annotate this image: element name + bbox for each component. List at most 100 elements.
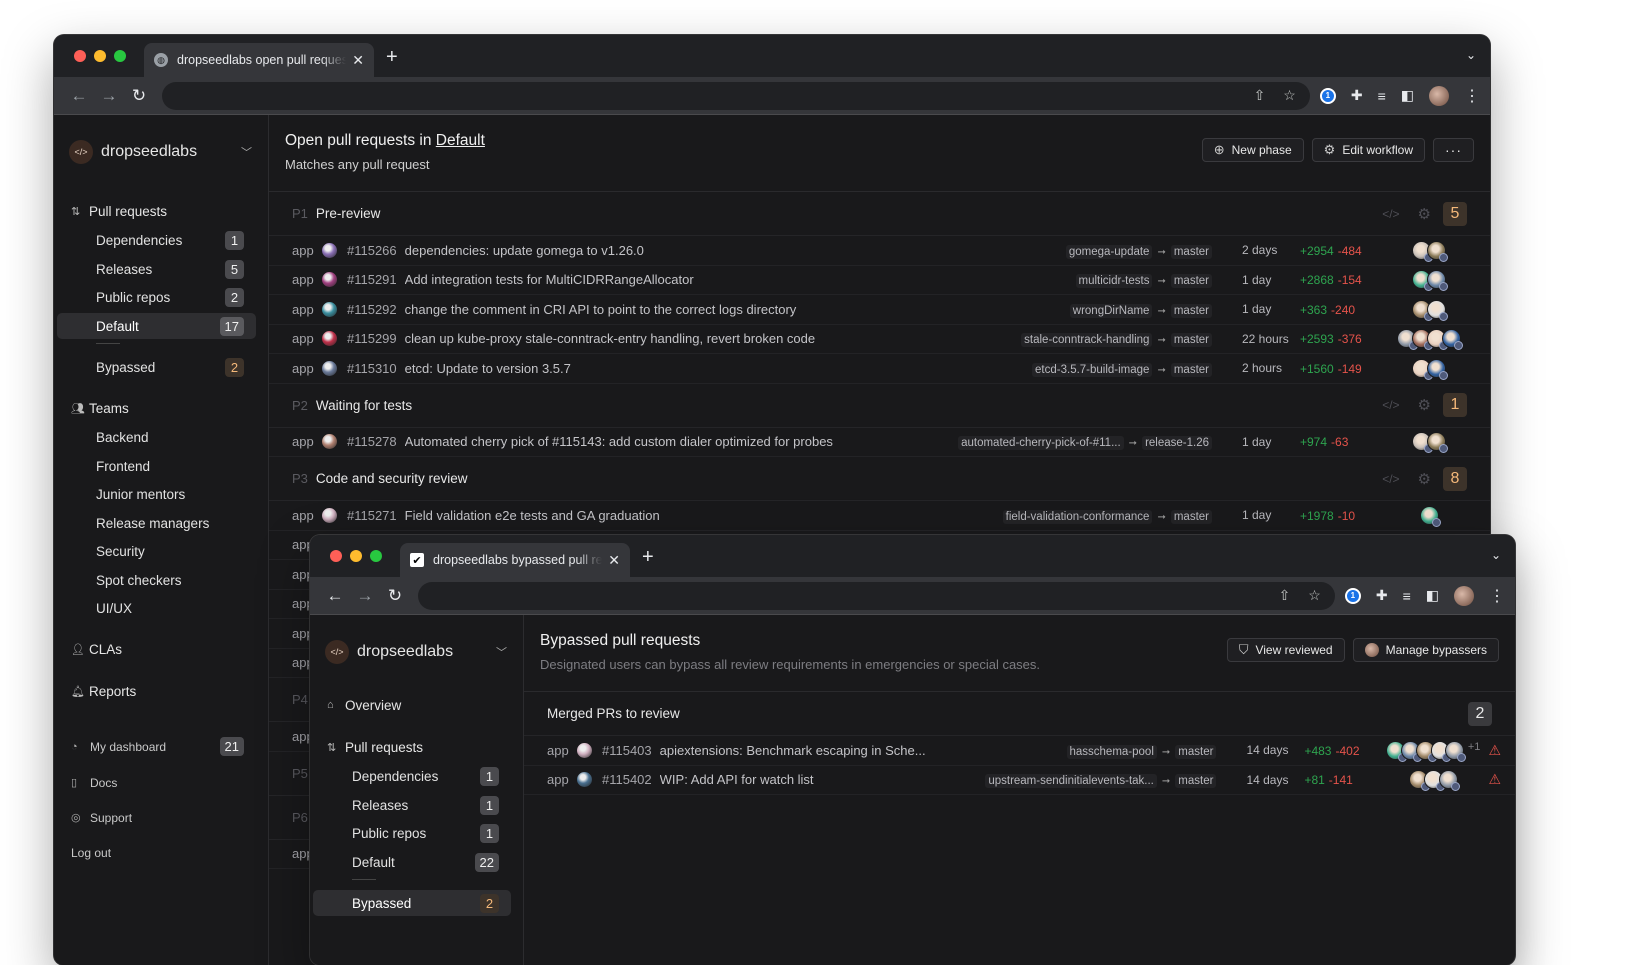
pr-number[interactable]: #115402	[602, 772, 652, 787]
pr-title[interactable]: Automated cherry pick of #115143: add cu…	[405, 434, 958, 449]
org-switcher[interactable]: </> dropseedlabs ﹀	[69, 137, 256, 167]
sidebar-section-pull-requests[interactable]: ⇅ Pull requests	[327, 733, 511, 761]
sidebar-team-item[interactable]: Junior mentors	[69, 482, 256, 508]
tab-search-chevron-icon[interactable]: ⌄	[1466, 48, 1476, 62]
sidebar-section-clas[interactable]: 👤︎ CLAs	[71, 636, 256, 664]
logout-link[interactable]: Log out	[71, 840, 256, 866]
media-queue-icon[interactable]: ≡	[1403, 588, 1411, 604]
pr-title[interactable]: change the comment in CRI API to point t…	[405, 302, 1070, 317]
maximize-window-button[interactable]	[370, 550, 382, 562]
reviewer-avatar[interactable]	[1445, 740, 1466, 762]
share-icon[interactable]: ⇧	[1254, 87, 1266, 104]
sidebar-item-bypassed[interactable]: Bypassed 2	[313, 890, 511, 916]
sidebar-item-public-repos[interactable]: Public repos 2	[69, 285, 256, 311]
pr-title[interactable]: apiextensions: Benchmark escaping in Sch…	[660, 743, 1067, 758]
reviewer-avatar[interactable]	[1427, 270, 1448, 292]
pr-number[interactable]: #115278	[347, 434, 397, 449]
close-tab-icon[interactable]: ✕	[608, 552, 620, 569]
gear-icon[interactable]: ⚙	[1418, 205, 1431, 223]
pr-title[interactable]: Field validation e2e tests and GA gradua…	[405, 508, 1003, 523]
back-button[interactable]: ←	[320, 586, 350, 606]
pr-title[interactable]: Add integration tests for MultiCIDRRange…	[405, 272, 1076, 287]
new-tab-button[interactable]: +	[386, 47, 398, 67]
sidebar-item-default[interactable]: Default 17	[57, 313, 256, 339]
reviewer-avatar[interactable]	[1419, 505, 1441, 527]
workflow-link[interactable]: Default	[436, 132, 485, 149]
pr-row[interactable]: app #115271 Field validation e2e tests and…	[269, 501, 1490, 531]
pr-row[interactable]: app #115292 change the comment in CRI API …	[269, 295, 1490, 325]
password-manager-extension-icon[interactable]: 1	[1344, 587, 1361, 604]
sidebar-section-pull-requests[interactable]: ⇅ Pull requests	[71, 197, 256, 225]
sidebar-team-item[interactable]: Backend	[69, 425, 256, 451]
sidebar-team-item[interactable]: Frontend	[69, 453, 256, 479]
sidebar-item-my-dashboard[interactable]: ◔ My dashboard 21	[71, 734, 256, 760]
forward-button[interactable]: →	[94, 86, 124, 106]
sidebar-team-item[interactable]: Release managers	[69, 510, 256, 536]
pr-title[interactable]: WIP: Add API for watch list	[660, 772, 986, 787]
back-button[interactable]: ←	[64, 86, 94, 106]
pr-row[interactable]: app #115266 dependencies: update gomega to…	[269, 236, 1490, 266]
pr-number[interactable]: #115291	[347, 272, 397, 287]
code-icon[interactable]: </>	[1382, 398, 1399, 412]
pr-row[interactable]: app #115291 Add integration tests for Mult…	[269, 266, 1490, 295]
reload-button[interactable]: ↻	[380, 586, 410, 606]
reviewer-avatar[interactable]	[1442, 329, 1463, 351]
address-bar[interactable]: ⇧ ☆	[418, 581, 1335, 610]
reviewer-avatar[interactable]	[1427, 299, 1448, 321]
pr-title[interactable]: clean up kube-proxy stale-conntrack-entr…	[405, 331, 1022, 346]
media-queue-icon[interactable]: ≡	[1378, 88, 1386, 104]
sidebar-item-docs[interactable]: ▯ Docs	[71, 770, 256, 796]
tab-search-chevron-icon[interactable]: ⌄	[1491, 548, 1501, 562]
pr-title[interactable]: etcd: Update to version 3.5.7	[405, 361, 1032, 376]
maximize-window-button[interactable]	[114, 50, 126, 62]
sidebar-item-releases[interactable]: Releases 1	[325, 792, 511, 818]
reviewer-avatar[interactable]	[1427, 358, 1448, 380]
minimize-window-button[interactable]	[94, 50, 106, 62]
manage-bypassers-button[interactable]: Manage bypassers	[1352, 638, 1499, 662]
pr-row[interactable]: app #115278 Automated cherry pick of #1151…	[269, 428, 1490, 457]
side-panel-icon[interactable]: ◧	[1426, 587, 1439, 604]
bookmark-star-icon[interactable]: ☆	[1308, 587, 1321, 604]
pr-number[interactable]: #115271	[347, 508, 397, 523]
profile-avatar[interactable]	[1454, 585, 1474, 606]
new-phase-button[interactable]: ⊕ New phase	[1201, 138, 1304, 162]
sidebar-team-item[interactable]: UI/UX	[69, 596, 256, 622]
pr-number[interactable]: #115403	[602, 743, 652, 758]
reviewer-avatar[interactable]	[1427, 240, 1448, 262]
sidebar-item-public-repos[interactable]: Public repos 1	[325, 821, 511, 847]
code-icon[interactable]: </>	[1382, 207, 1399, 221]
sidebar-item-dependencies[interactable]: Dependencies 1	[69, 228, 256, 254]
sidebar-item-bypassed[interactable]: Bypassed 2	[69, 354, 256, 380]
close-tab-icon[interactable]: ✕	[352, 52, 364, 69]
pr-number[interactable]: #115266	[347, 243, 397, 258]
edit-workflow-button[interactable]: ⚙ Edit workflow	[1311, 138, 1425, 162]
pr-row[interactable]: app #115310 etcd: Update to version 3.5.7 e…	[269, 354, 1490, 384]
share-icon[interactable]: ⇧	[1279, 587, 1291, 604]
pr-number[interactable]: #115292	[347, 302, 397, 317]
reload-button[interactable]: ↻	[124, 86, 154, 106]
sidebar-section-reports[interactable]: 🔔︎ Reports	[71, 678, 256, 706]
pr-row[interactable]: app #115299 clean up kube-proxy stale-conn…	[269, 325, 1490, 354]
sidebar-item-support[interactable]: ◎ Support	[71, 805, 256, 831]
forward-button[interactable]: →	[350, 586, 380, 606]
view-reviewed-button[interactable]: ⛉ View reviewed	[1226, 638, 1345, 662]
pr-number[interactable]: #115299	[347, 331, 397, 346]
extensions-puzzle-icon[interactable]: ✚	[1376, 587, 1388, 604]
reviewer-avatar[interactable]	[1438, 770, 1460, 792]
more-options-button[interactable]: ···	[1433, 138, 1474, 162]
browser-menu-icon[interactable]: ⋮	[1489, 586, 1505, 606]
sidebar-section-teams[interactable]: 👥︎ Teams	[71, 394, 256, 422]
browser-tab[interactable]: ✔ dropseedlabs bypassed pull requests ✕	[400, 543, 630, 577]
browser-menu-icon[interactable]: ⋮	[1464, 86, 1480, 106]
close-window-button[interactable]	[74, 50, 86, 62]
pr-row[interactable]: app #115403 apiextensions: Benchmark escap…	[524, 736, 1515, 766]
new-tab-button[interactable]: +	[642, 547, 654, 567]
sidebar-team-item[interactable]: Security	[69, 539, 256, 565]
close-window-button[interactable]	[330, 550, 342, 562]
sidebar-item-default[interactable]: Default 22	[325, 849, 511, 875]
gear-icon[interactable]: ⚙	[1418, 396, 1431, 414]
reviewer-avatar[interactable]	[1427, 432, 1448, 454]
pr-title[interactable]: dependencies: update gomega to v1.26.0	[405, 243, 1066, 258]
password-manager-extension-icon[interactable]: 1	[1319, 87, 1336, 104]
sidebar-item-overview[interactable]: ⌂ Overview	[327, 691, 511, 719]
